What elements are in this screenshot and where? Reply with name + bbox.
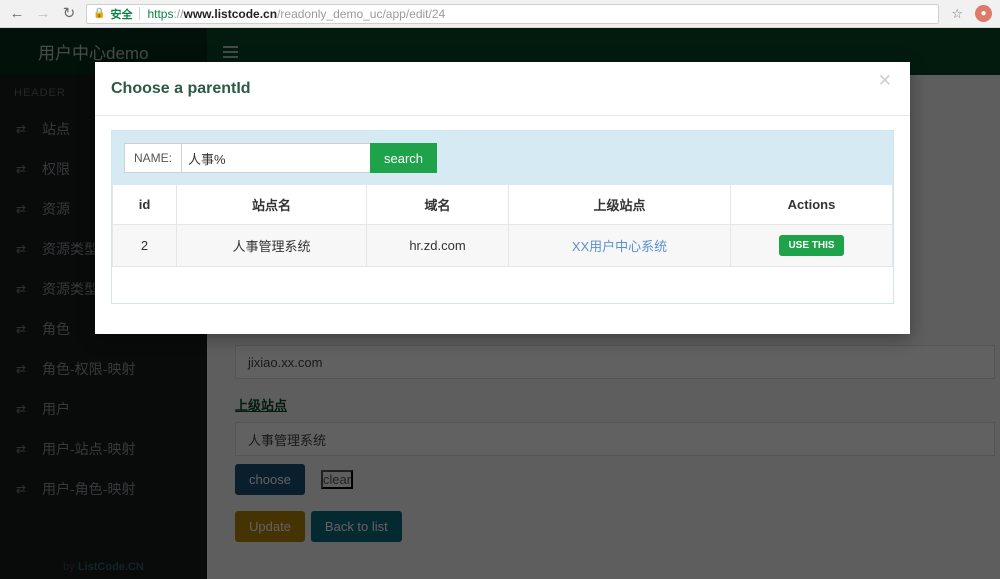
url-path: /readonly_demo_uc/app/edit/24 [277, 7, 445, 21]
column-header-site-name: 站点名 [177, 185, 367, 225]
table-header-row: id 站点名 域名 上级站点 Actions [113, 185, 893, 225]
url-scheme: https [147, 7, 173, 21]
column-header-id: id [113, 185, 177, 225]
cell-parent-site: XX用户中心系统 [509, 225, 731, 267]
results-table: id 站点名 域名 上级站点 Actions 2 人事管理系统 hr.zd.co… [112, 185, 893, 267]
name-search-input[interactable] [181, 143, 370, 173]
name-label: NAME: [124, 143, 181, 173]
screen-root: ← → ↻ 🔒 安全 https://www.listcode.cn/reado… [0, 0, 1000, 579]
use-this-button[interactable]: USE THIS [779, 235, 843, 256]
profile-avatar-icon[interactable]: ● [975, 5, 992, 22]
star-icon[interactable]: ☆ [947, 6, 967, 22]
search-bar: NAME: search [112, 131, 893, 185]
forward-icon[interactable]: → [34, 5, 52, 23]
modal-body: NAME: search id 站点名 域名 上级站点 Actions [95, 116, 910, 304]
url-divider [139, 7, 140, 20]
table-row: 2 人事管理系统 hr.zd.com XX用户中心系统 USE THIS [113, 225, 893, 267]
close-icon[interactable]: ✕ [876, 72, 894, 89]
search-results-panel: NAME: search id 站点名 域名 上级站点 Actions [111, 130, 894, 304]
security-label: 安全 [110, 6, 132, 22]
column-header-actions: Actions [731, 185, 893, 225]
column-header-parent-site: 上级站点 [509, 185, 731, 225]
url-text: https://www.listcode.cn/readonly_demo_uc… [147, 7, 445, 21]
cell-site-name: 人事管理系统 [177, 225, 367, 267]
browser-toolbar: ← → ↻ 🔒 安全 https://www.listcode.cn/reado… [0, 0, 1000, 28]
search-button[interactable]: search [370, 143, 437, 173]
back-icon[interactable]: ← [8, 5, 26, 23]
cell-actions: USE THIS [731, 225, 893, 267]
choose-parent-modal: Choose a parentId ✕ NAME: search id 站点 [95, 62, 910, 334]
column-header-domain: 域名 [367, 185, 509, 225]
cell-id: 2 [113, 225, 177, 267]
modal-title: Choose a parentId [111, 80, 876, 98]
parent-site-link[interactable]: XX用户中心系统 [572, 239, 667, 254]
url-scheme-suffix: :// [173, 7, 183, 21]
modal-header: Choose a parentId ✕ [95, 62, 910, 116]
reload-icon[interactable]: ↻ [60, 5, 78, 23]
name-search-group: NAME: search [124, 143, 364, 173]
panel-footer [112, 267, 893, 303]
url-host: www.listcode.cn [183, 7, 277, 21]
cell-domain: hr.zd.com [367, 225, 509, 267]
address-bar[interactable]: 🔒 安全 https://www.listcode.cn/readonly_de… [86, 4, 939, 24]
lock-icon: 🔒 [93, 9, 105, 19]
